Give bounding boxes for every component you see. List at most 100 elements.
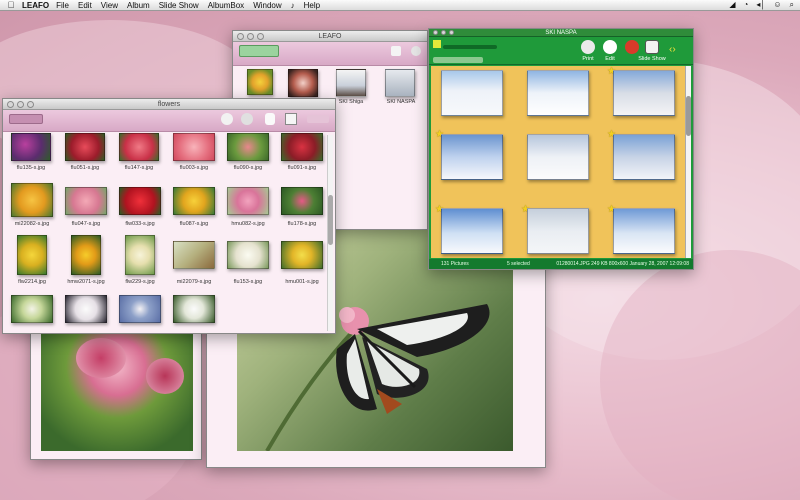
print-icon[interactable]	[581, 40, 595, 54]
flowers-grid: flu135-s.jpg flu051-s.jpg flu147-s.jpg f…	[3, 133, 325, 333]
edit-icon[interactable]	[241, 113, 253, 125]
photo-thumb[interactable]	[227, 241, 269, 269]
photo-thumb[interactable]	[17, 235, 47, 275]
photo-caption: flu047-s.jpg	[71, 221, 101, 227]
photo-thumb[interactable]	[65, 187, 107, 215]
photo-thumb[interactable]	[227, 133, 269, 161]
ski-thumb[interactable]	[441, 134, 503, 180]
spotlight-icon[interactable]: ⌕	[790, 0, 794, 10]
user-icon[interactable]: ☺	[773, 0, 781, 10]
album-thumb[interactable]	[288, 69, 318, 97]
menu-edit[interactable]: Edit	[78, 1, 92, 10]
slideshow-label: Slide Show	[638, 56, 666, 62]
scroll-thumb[interactable]	[328, 195, 333, 245]
ski-thumb[interactable]	[613, 208, 675, 254]
photo-thumb[interactable]	[227, 187, 269, 215]
photo-thumb[interactable]	[65, 133, 105, 161]
photo-thumb[interactable]	[281, 133, 323, 161]
zoom-icon[interactable]	[257, 33, 264, 40]
music-note-icon[interactable]: ♪	[291, 1, 295, 10]
menu-slide-show[interactable]: Slide Show	[159, 1, 199, 10]
photo-caption: flu091-s.jpg	[287, 165, 317, 171]
photo-thumb[interactable]	[173, 241, 215, 269]
print-icon[interactable]	[221, 113, 233, 125]
ski-status-bar: 131 Pictures 5 selected 01280014.JPG 249…	[429, 259, 693, 269]
arrows-icon[interactable]: ‹›	[669, 45, 676, 55]
clock-icon[interactable]: ◔	[743, 0, 748, 10]
leafo-logo-button[interactable]	[433, 40, 441, 48]
toolbar-icon[interactable]	[411, 46, 421, 56]
ski-thumb[interactable]	[527, 70, 589, 116]
toolbar-icon[interactable]	[391, 46, 401, 56]
zoom-icon[interactable]	[449, 30, 454, 35]
window-title: LEAFO	[318, 33, 342, 40]
user-icon[interactable]	[265, 113, 275, 125]
photo-thumb[interactable]	[173, 187, 215, 215]
photo-thumb[interactable]	[11, 183, 53, 217]
scroll-thumb[interactable]	[686, 96, 691, 136]
photo-lily-bloom	[146, 358, 184, 394]
album-thumb[interactable]	[385, 69, 415, 97]
photo-thumb[interactable]	[173, 133, 215, 161]
menu-albumbox[interactable]: AlbumBox	[208, 1, 244, 10]
ski-thumb[interactable]	[441, 70, 503, 116]
view-tab[interactable]	[433, 57, 483, 63]
status-icon[interactable]: ◢	[729, 0, 735, 10]
menu-file[interactable]: File	[56, 1, 69, 10]
ski-scrollbar[interactable]	[685, 66, 691, 258]
arrows-icon[interactable]	[307, 115, 329, 123]
close-icon[interactable]	[237, 33, 244, 40]
zoom-slider[interactable]	[443, 45, 497, 49]
photo-thumb[interactable]	[65, 295, 107, 323]
zoom-icon[interactable]	[27, 101, 34, 108]
photo-caption: flu147-s.jpg	[124, 165, 154, 171]
ski-thumb[interactable]	[441, 208, 503, 254]
slideshow-icon[interactable]	[285, 113, 297, 125]
menu-help[interactable]: Help	[304, 1, 320, 10]
window-title: SKI NASPA	[545, 30, 577, 36]
photo-thumb[interactable]	[173, 295, 215, 323]
photo-thumb[interactable]	[11, 133, 51, 161]
window-controls	[237, 33, 264, 40]
close-icon[interactable]	[7, 101, 14, 108]
ski-thumb[interactable]	[613, 134, 675, 180]
photo-caption: mi22082-s.jpg	[14, 221, 50, 227]
ski-thumb[interactable]	[527, 134, 589, 180]
photo-thumb[interactable]	[11, 295, 53, 323]
minimize-icon[interactable]	[247, 33, 254, 40]
minimize-icon[interactable]	[17, 101, 24, 108]
menu-view[interactable]: View	[101, 1, 118, 10]
leafo-logo-button[interactable]	[9, 114, 43, 124]
photo-thumb[interactable]	[119, 295, 161, 323]
ski-photo-grid: ★ ★ ★ ★ ★ ★	[431, 66, 685, 258]
photo-thumb[interactable]	[71, 235, 101, 275]
ski-thumb[interactable]	[613, 70, 675, 116]
edit-icon[interactable]	[603, 40, 617, 54]
photo-caption: flu051-s.jpg	[70, 165, 100, 171]
album-thumb[interactable]	[336, 69, 366, 97]
ski-toolbar: Print Edit Slide Show ‹›	[429, 37, 693, 65]
slideshow-icon[interactable]	[645, 40, 659, 54]
photo-caption: flu135-s.jpg	[16, 165, 46, 171]
user-icon[interactable]	[625, 40, 639, 54]
photo-caption: mi22079-s.jpg	[176, 279, 212, 285]
photo-thumb[interactable]	[281, 241, 323, 269]
menu-album[interactable]: Album	[127, 1, 150, 10]
leafo-titlebar: LEAFO	[233, 31, 427, 42]
leafo-logo-button[interactable]	[239, 45, 279, 57]
minimize-icon[interactable]	[441, 30, 446, 35]
photo-thumb[interactable]	[119, 187, 161, 215]
volume-icon[interactable]: ◂│	[756, 0, 765, 10]
album-thumb[interactable]	[247, 69, 273, 95]
photo-caption: flu153-s.jpg	[233, 279, 263, 285]
photo-thumb[interactable]	[281, 187, 323, 215]
vertical-scrollbar[interactable]	[327, 135, 333, 331]
menu-app-name[interactable]: LEAFO	[22, 1, 49, 10]
photo-thumb[interactable]	[125, 235, 155, 275]
photo-caption: flu178-s.jpg	[287, 221, 317, 227]
menu-window[interactable]: Window	[253, 1, 281, 10]
close-icon[interactable]	[433, 30, 438, 35]
apple-icon[interactable]: 	[4, 0, 18, 10]
ski-thumb[interactable]	[527, 208, 589, 254]
photo-thumb[interactable]	[119, 133, 159, 161]
